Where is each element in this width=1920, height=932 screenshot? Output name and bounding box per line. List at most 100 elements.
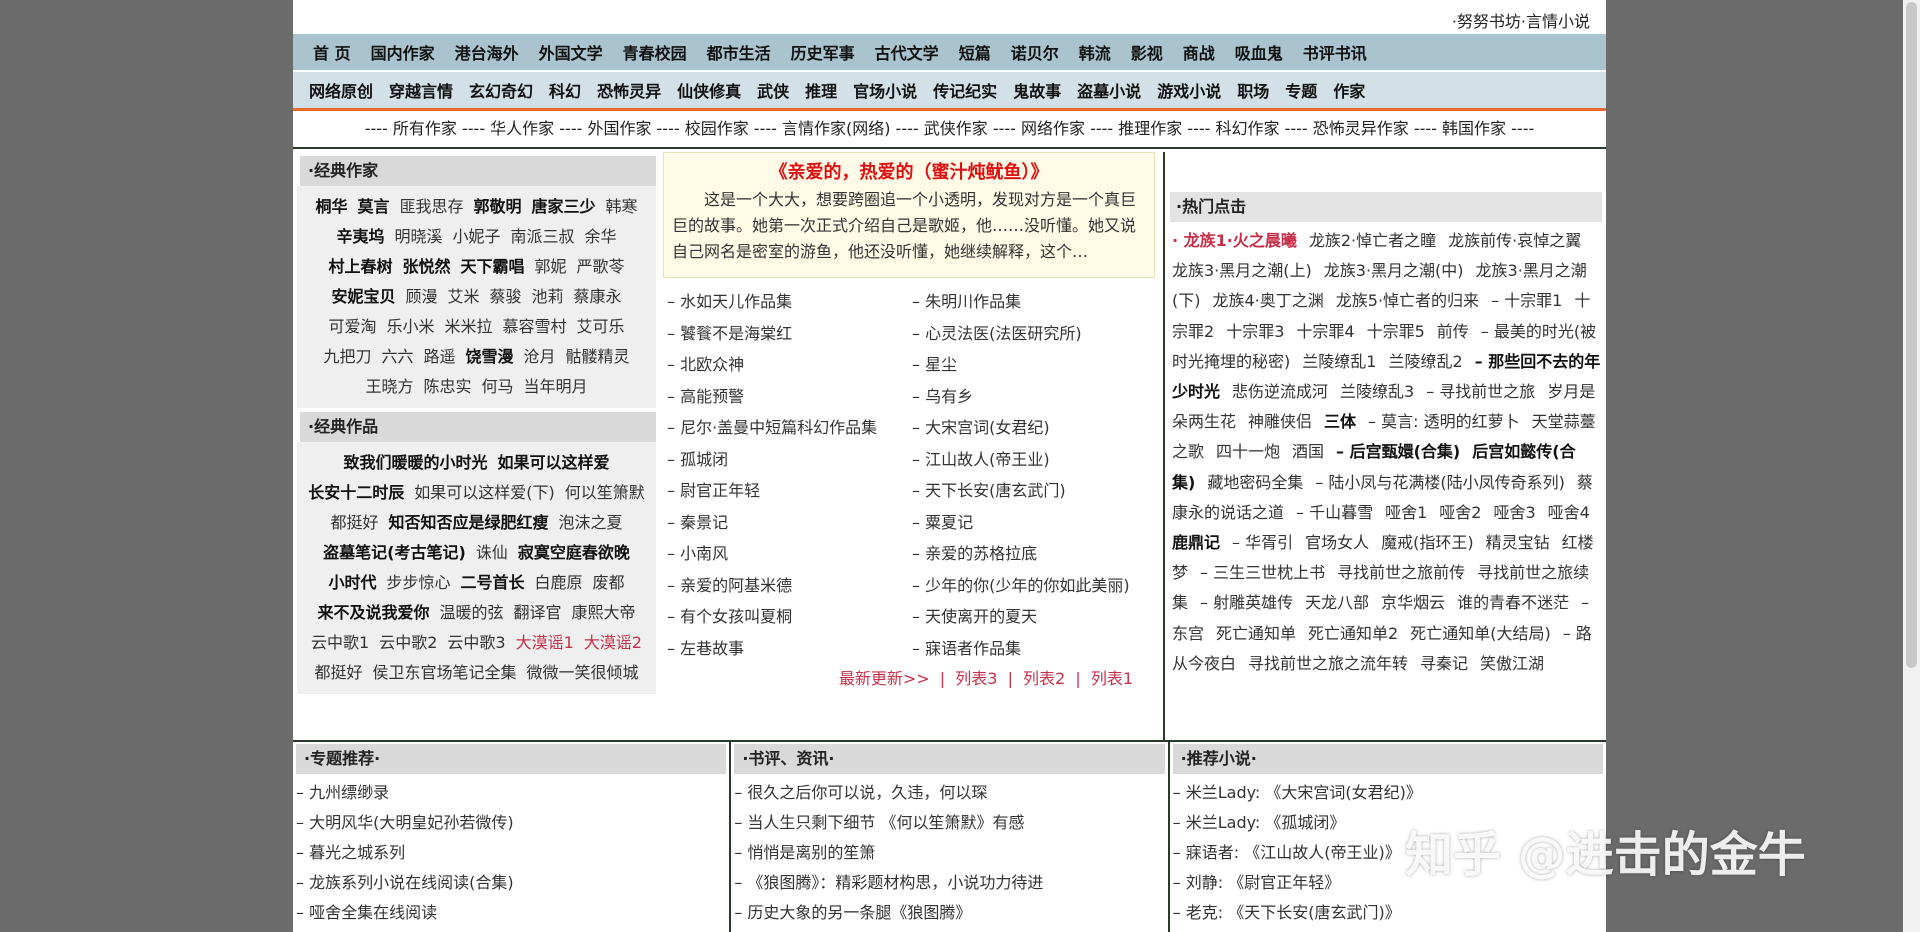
author-link[interactable]: 严歌苓 (577, 257, 625, 276)
hot-link[interactable]: 三体 (1324, 412, 1356, 431)
author-link[interactable]: 顾漫 (405, 287, 437, 306)
work-link[interactable]: 寂寞空庭春欲晚 (518, 543, 630, 562)
hot-link[interactable]: 笑傲江湖 (1480, 654, 1544, 673)
nav-link[interactable]: 历史军事 (791, 40, 855, 64)
scrollbar-thumb[interactable] (1906, 2, 1917, 668)
list2-link[interactable]: 列表2 (1023, 669, 1065, 688)
hot-link[interactable]: 哑舍3 (1493, 503, 1535, 522)
bottom-list-item[interactable]: – 老克: 《天下长安(唐玄武门)》 (1173, 898, 1603, 928)
hot-link[interactable]: – 寻找前世之旅 (1426, 382, 1535, 401)
book-list-item[interactable]: – 亲爱的苏格拉底 (912, 538, 1157, 570)
nav-link[interactable]: 作家 (1333, 78, 1365, 102)
author-link[interactable]: 郭妮 (535, 257, 567, 276)
work-link[interactable]: 长安十二时辰 (308, 483, 404, 502)
work-link[interactable]: 微微一笑很倾城 (527, 663, 639, 682)
bottom-list-item[interactable]: – 龙族系列小说在线阅读(合集) (296, 868, 726, 898)
author-link[interactable]: 乐小米 (386, 317, 434, 336)
book-list-item[interactable]: – 秦景记 (667, 507, 912, 539)
work-link[interactable]: 泡沫之夏 (559, 513, 623, 532)
work-link[interactable]: 如果可以这样爱 (498, 453, 610, 472)
hot-link[interactable]: 死亡通知单2 (1308, 624, 1398, 643)
hot-link[interactable]: 龙族3·黑月之潮(中) (1324, 261, 1464, 280)
author-link[interactable]: 陈忠实 (423, 377, 471, 396)
hot-link[interactable]: · 龙族1·火之晨曦 (1172, 231, 1297, 250)
hot-link[interactable]: 京华烟云 (1381, 593, 1445, 612)
hot-link[interactable]: – 十宗罪1 (1491, 291, 1562, 310)
author-link[interactable]: 桐华 (315, 197, 347, 216)
hot-link[interactable]: 龙族2·悼亡者之瞳 (1309, 231, 1436, 250)
bottom-list-item[interactable]: – 《狼图腾》：精彩题材构思，小说功力待进 (734, 868, 1164, 898)
nav-link[interactable]: 恐怖灵异 (597, 78, 661, 102)
hot-link[interactable]: 酒国 (1292, 442, 1324, 461)
nav-link[interactable]: 网络原创 (309, 78, 373, 102)
author-link[interactable]: 明晓溪 (394, 227, 442, 246)
featured-book-title[interactable]: 《亲爱的，热爱的（蜜汁炖鱿鱼）》 (672, 159, 1146, 187)
nav-link[interactable]: 穿越言情 (389, 78, 453, 102)
nav-link[interactable]: 韩流 (1079, 40, 1111, 64)
hot-link[interactable]: 龙族4·奥丁之渊 (1213, 291, 1324, 310)
authors-bar[interactable]: ---- 所有作家 ---- 华人作家 ---- 外国作家 ---- 校园作家 … (293, 111, 1606, 149)
author-link[interactable]: 九把刀 (323, 347, 371, 366)
nav-link[interactable]: 职场 (1237, 78, 1269, 102)
hot-link[interactable]: 死亡通知单 (1216, 624, 1296, 643)
hot-link[interactable]: – 后宫甄嬛(合集) (1336, 442, 1460, 461)
book-list-item[interactable]: – 朱明川作品集 (912, 286, 1157, 318)
vertical-scrollbar[interactable] (1903, 0, 1920, 932)
hot-link[interactable]: 谁的青春不迷茫 (1457, 593, 1569, 612)
work-link[interactable]: 白鹿原 (535, 573, 583, 592)
hot-link[interactable]: 藏地密码全集 (1207, 473, 1303, 492)
author-link[interactable]: 唐家三少 (532, 197, 596, 216)
author-link[interactable]: 天下霸唱 (460, 257, 524, 276)
nav-link[interactable]: 古代文学 (875, 40, 939, 64)
author-link[interactable]: 村上春树 (328, 257, 392, 276)
book-list-item[interactable]: – 乌有乡 (912, 381, 1157, 413)
hot-link[interactable]: 悲伤逆流成河 (1232, 382, 1328, 401)
hot-link[interactable]: 哑舍4 (1548, 503, 1590, 522)
hot-link[interactable]: – 陆小凤与花满楼(陆小凤传奇系列) (1315, 473, 1565, 492)
author-link[interactable]: 饶雪漫 (466, 347, 514, 366)
work-link[interactable]: 云中歌1 (311, 633, 369, 652)
book-list-item[interactable]: – 水如天儿作品集 (667, 286, 912, 318)
book-list-item[interactable]: – 亲爱的阿基米德 (667, 570, 912, 602)
author-link[interactable]: 莫言 (357, 197, 389, 216)
nav-link[interactable]: 官场小说 (853, 78, 917, 102)
hot-link[interactable]: 龙族前传·哀悼之翼 (1448, 231, 1581, 250)
work-link[interactable]: 小时代 (328, 573, 376, 592)
author-link[interactable]: 池莉 (532, 287, 564, 306)
nav-link[interactable]: 传记纪实 (933, 78, 997, 102)
hot-link[interactable]: 兰陵缭乱3 (1340, 382, 1414, 401)
book-list-item[interactable]: – 尼尔·盖曼中短篇科幻作品集 (667, 412, 912, 444)
book-list-item[interactable]: – 星尘 (912, 349, 1157, 381)
hot-link[interactable]: 哑舍1 (1385, 503, 1427, 522)
book-list-item[interactable]: – 粟夏记 (912, 507, 1157, 539)
author-link[interactable]: 六六 (381, 347, 413, 366)
work-link[interactable]: 翻译官 (514, 603, 562, 622)
author-link[interactable]: 艾米 (447, 287, 479, 306)
book-list-item[interactable]: – 左巷故事 (667, 633, 912, 665)
work-link[interactable]: 温暖的弦 (439, 603, 503, 622)
book-list-item[interactable]: – 高能预警 (667, 381, 912, 413)
nav-link[interactable]: 书评书讯 (1303, 40, 1367, 64)
book-list-item[interactable]: – 少年的你(少年的你如此美丽) (912, 570, 1157, 602)
work-link[interactable]: 致我们暖暖的小时光 (343, 453, 487, 472)
bottom-list-item[interactable]: – 悄悄是离别的笙箫 (734, 838, 1164, 868)
work-link[interactable]: 步步惊心 (386, 573, 450, 592)
work-link[interactable]: 都挺好 (330, 513, 378, 532)
nav-link[interactable]: 游戏小说 (1157, 78, 1221, 102)
hot-link[interactable]: 十宗罪3 (1226, 322, 1284, 341)
author-link[interactable]: 何马 (482, 377, 514, 396)
author-link[interactable]: 张悦然 (402, 257, 450, 276)
author-link[interactable]: 辛夷坞 (336, 227, 384, 246)
nav-link[interactable]: 玄幻奇幻 (469, 78, 533, 102)
author-link[interactable]: 艾可乐 (577, 317, 625, 336)
work-link[interactable]: 大漠谣1 (516, 633, 574, 652)
nav-link[interactable]: 外国文学 (539, 40, 603, 64)
book-list-item[interactable]: – 饕餮不是海棠红 (667, 318, 912, 350)
author-link[interactable]: 路遥 (423, 347, 455, 366)
hot-link[interactable]: – 华胥引 (1232, 533, 1293, 552)
hot-link[interactable]: – 千山暮雪 (1296, 503, 1373, 522)
hot-link[interactable]: 十宗罪5 (1367, 322, 1425, 341)
nav-link[interactable]: 武侠 (757, 78, 789, 102)
book-list-item[interactable]: – 小南风 (667, 538, 912, 570)
author-link[interactable]: 蔡骏 (490, 287, 522, 306)
